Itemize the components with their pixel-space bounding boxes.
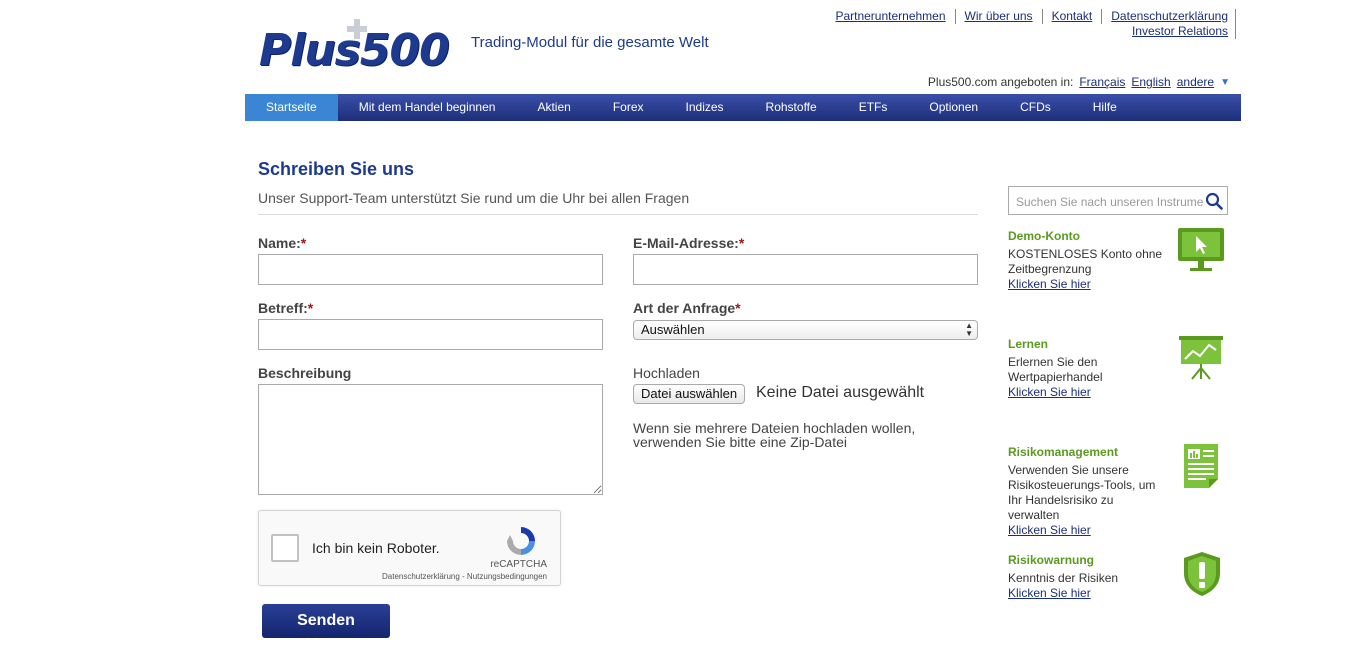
recaptcha-brand: reCAPTCHA xyxy=(490,559,547,570)
sidebar-block-learn: Lernen Erlernen Sie den Wertpapierhandel… xyxy=(1008,337,1168,400)
required-mark: * xyxy=(300,235,307,251)
monitor-cursor-icon xyxy=(1178,228,1224,271)
recaptcha-widget: Ich bin kein Roboter. reCAPTCHA Datensch… xyxy=(258,510,561,586)
request-type-value: Auswählen xyxy=(641,322,705,337)
link-partners[interactable]: Partnerunternehmen xyxy=(826,9,956,24)
presentation-board-icon xyxy=(1179,336,1223,380)
page-subtitle: Unser Support-Team unterstützt Sie rund … xyxy=(258,190,978,215)
email-field[interactable] xyxy=(633,254,978,285)
sidebar-block-text: KOSTENLOSES Konto ohne Zeitbegrenzung xyxy=(1008,247,1163,276)
top-links-row2: Investor Relations xyxy=(1123,24,1236,39)
document-chart-icon xyxy=(1184,444,1218,488)
search-placeholder: Suchen Sie nach unseren Instrumenten xyxy=(1016,195,1204,209)
logo-text: Plus500 xyxy=(259,25,450,76)
send-button[interactable]: Senden xyxy=(262,604,390,638)
nav-item-optionen[interactable]: Optionen xyxy=(908,94,999,121)
sidebar-block-text: Verwenden Sie unsere Risikosteuerungs-To… xyxy=(1008,463,1156,522)
name-field[interactable] xyxy=(258,254,603,285)
link-about[interactable]: Wir über uns xyxy=(956,9,1043,24)
required-mark: * xyxy=(307,300,314,316)
sidebar-block-title: Demo-Konto xyxy=(1008,229,1080,243)
subject-field[interactable] xyxy=(258,319,603,350)
recaptcha-terms[interactable]: Datenschutzerklärung - Nutzungsbedingung… xyxy=(382,572,547,581)
link-investor-relations[interactable]: Investor Relations xyxy=(1123,24,1236,39)
name-label: Name:* xyxy=(258,235,307,251)
request-type-select[interactable]: Auswählen ▲ ▼ xyxy=(633,320,978,340)
file-status: Keine Datei ausgewählt xyxy=(756,384,925,401)
instrument-search[interactable]: Suchen Sie nach unseren Instrumenten xyxy=(1008,186,1228,215)
nav-item-handel-beginnen[interactable]: Mit dem Handel beginnen xyxy=(338,94,517,121)
nav-item-forex[interactable]: Forex xyxy=(592,94,665,121)
search-icon[interactable] xyxy=(1205,192,1223,210)
required-mark: * xyxy=(735,300,741,316)
logo[interactable]: Plus500 xyxy=(259,19,464,75)
lang-other[interactable]: andere xyxy=(1177,75,1214,89)
sidebar-block-text: Erlernen Sie den Wertpapierhandel xyxy=(1008,355,1103,384)
sidebar-block-risk-management: Risikomanagement Verwenden Sie unsere Ri… xyxy=(1008,445,1168,538)
sidebar-block-text: Kenntnis der Risiken xyxy=(1008,571,1119,585)
nav-item-aktien[interactable]: Aktien xyxy=(516,94,591,121)
sidebar-block-link[interactable]: Klicken Sie hier xyxy=(1008,523,1168,538)
sidebar-block-risk-warning: Risikowarnung Kenntnis der Risiken Klick… xyxy=(1008,553,1168,601)
top-links: Partnerunternehmen Wir über uns Kontakt … xyxy=(826,9,1236,24)
page-title: Schreiben Sie uns xyxy=(258,159,415,179)
upload-hint: Wenn sie mehrere Dateien hochladen wolle… xyxy=(633,420,916,450)
shield-warning-icon xyxy=(1184,552,1220,596)
nav-item-cfds[interactable]: CFDs xyxy=(999,94,1072,121)
description-label: Beschreibung xyxy=(258,365,352,381)
tagline: Trading-Modul für die gesamte Welt xyxy=(471,34,709,51)
link-contact[interactable]: Kontakt xyxy=(1043,9,1103,24)
main-nav: Startseite Mit dem Handel beginnen Aktie… xyxy=(245,94,1241,121)
sidebar-block-title: Risikomanagement xyxy=(1008,445,1119,459)
subject-label: Betreff:* xyxy=(258,300,314,316)
sidebar-block-title: Lernen xyxy=(1008,337,1049,351)
nav-item-etfs[interactable]: ETFs xyxy=(838,94,909,121)
choose-file-button[interactable]: Datei auswählen xyxy=(633,384,746,404)
upload-label: Hochladen xyxy=(633,365,700,381)
sidebar-block-link[interactable]: Klicken Sie hier xyxy=(1008,277,1168,292)
nav-item-startseite[interactable]: Startseite xyxy=(245,94,338,121)
language-selector: Plus500.com angeboten in: Français Engli… xyxy=(928,75,1230,89)
recaptcha-label: Ich bin kein Roboter. xyxy=(312,540,440,556)
sidebar-block-demo: Demo-Konto KOSTENLOSES Konto ohne Zeitbe… xyxy=(1008,229,1168,292)
sidebar-block-link[interactable]: Klicken Sie hier xyxy=(1008,385,1168,400)
chevron-down-icon[interactable]: ▼ xyxy=(1220,77,1230,88)
required-mark: * xyxy=(738,235,745,251)
lang-english[interactable]: English xyxy=(1131,75,1170,89)
description-field[interactable] xyxy=(258,384,603,495)
recaptcha-checkbox[interactable] xyxy=(271,534,299,562)
nav-item-indizes[interactable]: Indizes xyxy=(665,94,745,121)
language-prefix: Plus500.com angeboten in: xyxy=(927,75,1074,89)
sidebar-block-link[interactable]: Klicken Sie hier xyxy=(1008,586,1168,601)
select-arrows-icon: ▲ ▼ xyxy=(965,321,973,338)
email-label: E-Mail-Adresse:* xyxy=(633,235,745,251)
type-label: Art der Anfrage* xyxy=(633,300,741,316)
lang-french[interactable]: Français xyxy=(1079,75,1125,89)
link-privacy[interactable]: Datenschutzerklärung xyxy=(1102,9,1236,24)
sidebar-block-title: Risikowarnung xyxy=(1008,553,1095,567)
recaptcha-logo-icon xyxy=(507,527,535,555)
nav-item-hilfe[interactable]: Hilfe xyxy=(1072,94,1138,121)
nav-item-rohstoffe[interactable]: Rohstoffe xyxy=(745,94,838,121)
